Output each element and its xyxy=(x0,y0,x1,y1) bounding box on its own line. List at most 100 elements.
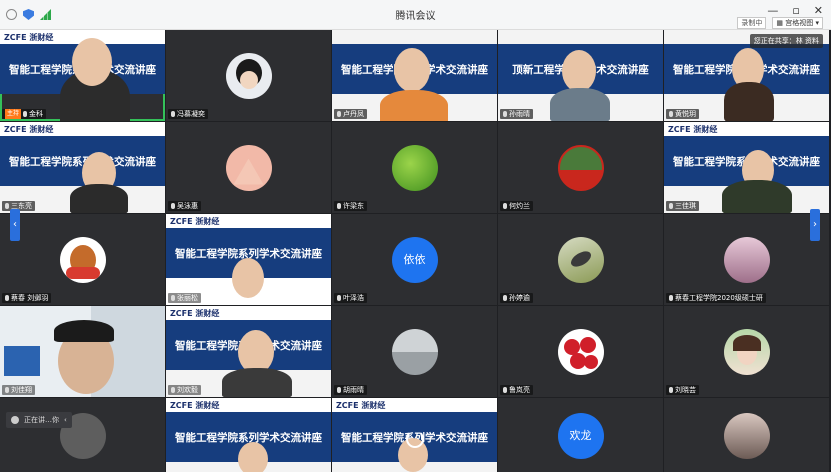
participant-name: 卢丹凤 xyxy=(343,110,364,118)
participant-name-tag: 胡雨晴 xyxy=(334,385,367,395)
slide-logo: ZCFE 浙财经 xyxy=(336,401,386,410)
participant-name-tag: 黄悦玥 xyxy=(666,109,699,119)
participant-name: 胡雨晴 xyxy=(343,386,364,394)
mic-icon xyxy=(337,387,341,393)
participant-name-tag: 蔡春工程学院2020级硕士研 xyxy=(666,293,766,303)
video-tile[interactable]: 孙婷逾 xyxy=(498,214,663,305)
participant-name: 三佳琪 xyxy=(675,202,696,210)
title-bar: 腾讯会议 — ▫ ✕ 录制中 ▦ 宫格视图 ▾ xyxy=(0,0,831,30)
mic-icon xyxy=(503,203,507,209)
minimize-button[interactable]: — xyxy=(767,4,778,17)
mic-icon xyxy=(503,111,507,117)
participant-name: 金科 xyxy=(29,110,44,118)
next-page-button[interactable]: › xyxy=(810,209,820,241)
participant-name-tag: 卢丹凤 xyxy=(334,109,367,119)
video-tile[interactable]: ZCFE 浙财经 智能工程学院系列学术交流讲座 刘欢毅 xyxy=(166,306,331,397)
mic-icon xyxy=(171,295,175,301)
video-tile[interactable] xyxy=(664,398,829,472)
participant-name: 许梁东 xyxy=(343,202,364,210)
mic-icon xyxy=(337,295,341,301)
mic-icon xyxy=(5,387,9,393)
participant-video xyxy=(722,180,792,213)
mic-icon xyxy=(171,111,175,117)
mic-icon xyxy=(23,111,28,117)
layout-switch-button[interactable]: ▦ 宫格视图 ▾ xyxy=(772,17,823,29)
speaking-label: 正在讲…你 xyxy=(24,416,59,424)
participant-video xyxy=(222,368,292,397)
participant-name-tag: 冯慕凝奕 xyxy=(168,109,208,119)
video-tile[interactable]: 鲁岚亮 xyxy=(498,306,663,397)
prev-page-button[interactable]: ‹ xyxy=(10,209,20,241)
participant-name-tag: 刘佳翔 xyxy=(2,385,35,395)
participant-avatar xyxy=(723,236,770,283)
mic-icon xyxy=(5,295,9,301)
video-tile[interactable] xyxy=(0,398,165,472)
mic-icon xyxy=(5,203,9,209)
layout-label: 宫格视图 xyxy=(785,19,814,27)
video-tile[interactable]: ZCFE 浙财经 智能工程学院系列学术交流讲座 张丽松 xyxy=(166,214,331,305)
chevron-right-icon: › xyxy=(813,219,817,230)
video-tile[interactable]: 依依 叶泽浩 xyxy=(332,214,497,305)
video-tile[interactable]: 蔡春 刘邺羽 xyxy=(0,214,165,305)
mic-icon xyxy=(171,203,175,209)
participant-video xyxy=(724,82,774,121)
mic-icon xyxy=(337,111,341,117)
restore-button[interactable]: ▫ xyxy=(792,4,799,17)
participant-name: 张丽松 xyxy=(177,294,198,302)
video-tile[interactable]: 何灼兰 xyxy=(498,122,663,213)
participant-name: 黄悦玥 xyxy=(675,110,696,118)
close-button[interactable]: ✕ xyxy=(814,4,823,17)
participant-avatar xyxy=(391,144,438,191)
participant-avatar xyxy=(557,144,604,191)
participant-name-tag: 何灼兰 xyxy=(500,201,533,211)
participant-avatar xyxy=(391,328,438,375)
video-tile[interactable]: ZCFE 浙财经 智能工程学院系列学术交流讲座 xyxy=(166,398,331,472)
mic-icon xyxy=(669,203,673,209)
recording-badge[interactable]: 录制中 xyxy=(737,17,767,29)
participant-video xyxy=(70,184,128,213)
participant-name-tag: 三佳琪 xyxy=(666,201,699,211)
video-tile[interactable]: ZCFE 浙财经 智能工程学院系列学术交流讲座 xyxy=(332,398,497,472)
participant-name: 孙雨晴 xyxy=(509,110,530,118)
speaking-indicator[interactable]: 正在讲…你 ‹ xyxy=(6,412,72,428)
video-tile[interactable]: 许梁东 xyxy=(332,122,497,213)
video-tile[interactable]: 欢龙 xyxy=(498,398,663,472)
participant-face xyxy=(562,50,596,92)
participant-face xyxy=(238,442,268,472)
participant-avatar xyxy=(557,236,604,283)
participant-name-tag: 张丽松 xyxy=(168,293,201,303)
participant-avatar: 欢龙 xyxy=(557,413,604,460)
window-title: 腾讯会议 xyxy=(395,11,436,22)
video-tile[interactable]: 顶新工程学院精学术交流讲座 孙雨晴 xyxy=(498,30,663,121)
participant-face xyxy=(232,258,264,298)
participant-name-tag: 刘晓芸 xyxy=(666,385,699,395)
video-tile[interactable]: 刘佳翔 xyxy=(0,306,165,397)
participant-name: 叶泽浩 xyxy=(343,294,364,302)
video-tile[interactable]: 蔡春工程学院2020级硕士研 xyxy=(664,214,829,305)
host-tag: 主持 xyxy=(5,109,22,119)
participant-avatar xyxy=(723,413,770,460)
participant-face xyxy=(394,48,430,92)
participant-avatar: 依依 xyxy=(391,236,438,283)
video-tile[interactable]: 胡雨晴 xyxy=(332,306,497,397)
mic-icon xyxy=(669,295,673,301)
video-tile[interactable]: 吴泳惠 xyxy=(166,122,331,213)
participant-avatar xyxy=(59,236,106,283)
chevron-left-icon[interactable]: ‹ xyxy=(64,416,67,424)
participant-name-tag: 蔡春 刘邺羽 xyxy=(2,293,52,303)
participant-video xyxy=(380,90,448,121)
mic-icon xyxy=(503,295,507,301)
slide-logo: ZCFE 浙财经 xyxy=(170,217,220,226)
video-tile[interactable]: 刘晓芸 xyxy=(664,306,829,397)
video-tile[interactable]: ZCFE 浙财经 智能工程学院系列学术交流讲座 三佳琪 xyxy=(664,122,829,213)
participant-name-tag: 吴泳惠 xyxy=(168,201,201,211)
video-tile[interactable]: ZCFE 浙财经 智能工程学院系列学术交流讲座 三东亮 xyxy=(0,122,165,213)
slide-logo: ZCFE 浙财经 xyxy=(668,125,718,134)
participant-avatar xyxy=(225,52,272,99)
participant-name: 冯慕凝奕 xyxy=(177,110,205,118)
video-tile[interactable]: 智能工程学院系列学术交流讲座 卢丹凤 xyxy=(332,30,497,121)
video-tile[interactable]: 冯慕凝奕 xyxy=(166,30,331,121)
video-tile[interactable]: ZCFE 浙财经 智能工程学院系列学术交流讲座 主持金科 xyxy=(0,30,165,121)
slide-logo: ZCFE 浙财经 xyxy=(4,125,54,134)
participant-name-tag: 刘欢毅 xyxy=(168,385,201,395)
